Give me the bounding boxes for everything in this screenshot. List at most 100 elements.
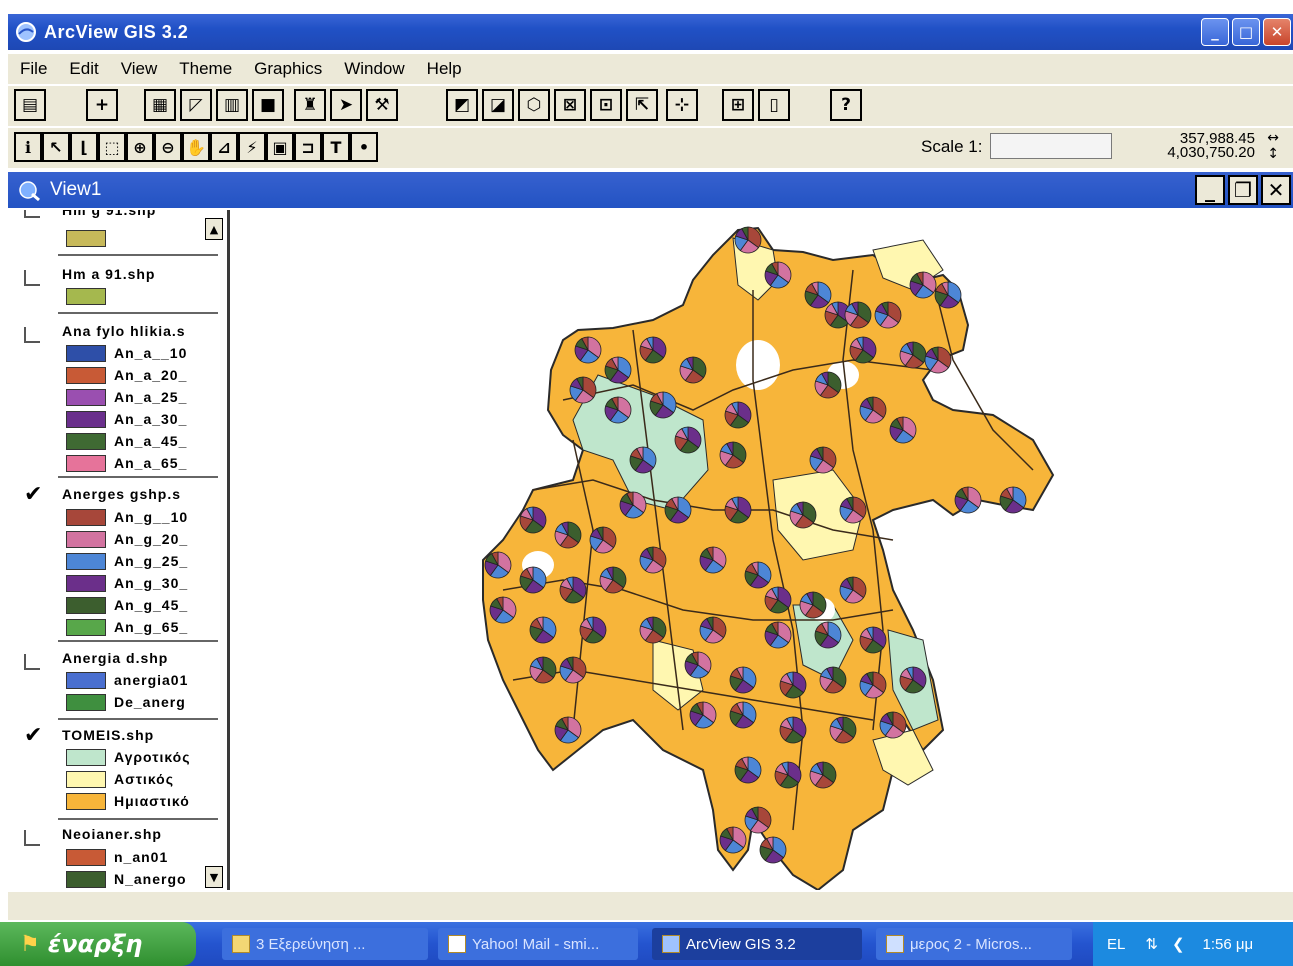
legend-class-label: An_g_20_ — [114, 531, 189, 547]
query-builder-button[interactable]: ⚒ — [366, 89, 398, 121]
find-button[interactable]: ♜ — [294, 89, 326, 121]
legend-class-label: Αγροτικός — [114, 749, 191, 765]
legend-theme-anergia-d[interactable]: Anergia d.shp anergia01 De_anerg — [24, 650, 204, 720]
legend-swatch — [66, 553, 106, 570]
legend-class-label: An_a_25_ — [114, 389, 188, 405]
zoom-in-fixed-button[interactable]: ⊠ — [554, 89, 586, 121]
network-icon[interactable]: ⇅ — [1145, 935, 1158, 953]
legend-theme-neoianer[interactable]: Neoianer.shp n_an01 N_anergo — [24, 826, 204, 890]
scale-label: Scale 1: — [921, 137, 983, 156]
button-bar: ▤ + ▦ ◸ ▥ ■ ♜ ➤ ⚒ ◩ ◪ ⬡ ⊠ ⊡ ⇱ ⊹ ⊞ ▯ ? — [8, 86, 1293, 126]
taskbar-item-label: μερος 2 - Micros... — [910, 935, 1032, 953]
theme-name: Neoianer.shp — [62, 826, 162, 842]
maximize-button[interactable]: □ — [1232, 18, 1260, 46]
menu-edit[interactable]: Edit — [69, 59, 98, 79]
close-button[interactable]: ✕ — [1263, 18, 1291, 46]
legend-theme-hm-g-91[interactable]: Hm g 91.shp — [24, 210, 204, 252]
zoom-out-fixed-button[interactable]: ⊡ — [590, 89, 622, 121]
table-of-contents[interactable]: Hm g 91.shp Hm a 91.shp Ana fylo hlikia.… — [8, 210, 230, 890]
menu-theme[interactable]: Theme — [179, 59, 232, 79]
hotlink-tool-icon[interactable]: ⚡ — [238, 132, 266, 162]
zoom-to-selected-button[interactable]: ⬡ — [518, 89, 550, 121]
view-title: View1 — [50, 179, 102, 200]
zoom-to-themes-button[interactable]: ◪ — [482, 89, 514, 121]
menu-window[interactable]: Window — [344, 59, 404, 79]
peloponnese-map[interactable] — [233, 210, 1293, 892]
map-display[interactable] — [233, 210, 1293, 892]
menu-view[interactable]: View — [121, 59, 158, 79]
scroll-up-button[interactable]: ▲ — [205, 218, 223, 240]
legend-swatch — [66, 793, 106, 810]
text-tool-icon[interactable]: T — [322, 132, 350, 162]
legend-class-label: An_a_30_ — [114, 411, 188, 427]
open-attribute-table-button[interactable]: ▥ — [216, 89, 248, 121]
add-theme-button[interactable]: + — [86, 89, 118, 121]
theme-checkbox-checked[interactable]: ✔ — [24, 482, 42, 507]
theme-checkbox[interactable] — [24, 327, 40, 343]
legend-theme-anerges-g[interactable]: ✔ Anerges gshp.s An_g__10 An_g_20_ An_g_… — [24, 482, 204, 646]
clear-selection-button[interactable]: ⊞ — [722, 89, 754, 121]
scale-input[interactable] — [990, 133, 1112, 159]
pan-tool-icon[interactable]: ✋ — [182, 132, 210, 162]
label-tool-icon[interactable]: ⊐ — [294, 132, 322, 162]
legend-swatch — [66, 771, 106, 788]
save-project-button[interactable]: ▤ — [14, 89, 46, 121]
taskbar-item-word[interactable]: μερος 2 - Micros... — [876, 928, 1072, 960]
view-window-title-bar[interactable]: View1 _ ❐ ✕ — [8, 172, 1293, 208]
zoom-previous-button[interactable]: ⇱ — [626, 89, 658, 121]
legend-theme-ana-fylo-hlikia[interactable]: Ana fylo hlikia.s An_a__10 An_a_20_ An_a… — [24, 323, 204, 483]
taskbar-item-yahoo-mail[interactable]: Yahoo! Mail - smi... — [438, 928, 638, 960]
layout-button[interactable]: ▯ — [758, 89, 790, 121]
app-title: ArcView GIS 3.2 — [44, 21, 189, 42]
theme-name: TOMEIS.shp — [62, 727, 155, 743]
select-features-button[interactable]: ⊹ — [666, 89, 698, 121]
menu-help[interactable]: Help — [427, 59, 462, 79]
taskbar-item-arcview[interactable]: ArcView GIS 3.2 — [652, 928, 862, 960]
theme-checkbox[interactable] — [24, 654, 40, 670]
view-minimize-button[interactable]: _ — [1195, 175, 1225, 205]
identify-tool-icon[interactable]: ℹ — [14, 132, 42, 162]
horizontal-arrows-icon: ↔ — [1267, 130, 1279, 146]
status-bar — [8, 892, 1293, 920]
legend-swatch — [66, 749, 106, 766]
view-restore-button[interactable]: ❐ — [1228, 175, 1258, 205]
zoom-in-tool-icon[interactable]: ⊕ — [126, 132, 154, 162]
menu-graphics[interactable]: Graphics — [254, 59, 322, 79]
legend-theme-tomeis[interactable]: ✔ TOMEIS.shp Αγροτικός Αστικός Ημιαστικό — [24, 723, 204, 817]
pointer-tool-icon[interactable]: ↖ — [42, 132, 70, 162]
zoom-full-extent-button[interactable]: ◩ — [446, 89, 478, 121]
scroll-down-button[interactable]: ▼ — [205, 866, 223, 888]
theme-properties-button[interactable]: ▦ — [144, 89, 176, 121]
taskbar-item-explorer[interactable]: 3 Εξερεύνηση ... — [222, 928, 428, 960]
legend-swatch — [66, 411, 106, 428]
theme-checkbox[interactable] — [24, 830, 40, 846]
view-globe-icon — [19, 181, 40, 202]
back-arrow-icon[interactable]: ❮ — [1172, 935, 1185, 953]
theme-checkbox[interactable] — [24, 270, 40, 286]
locate-address-button[interactable]: ➤ — [330, 89, 362, 121]
vertex-edit-tool-icon[interactable]: ⌊ — [70, 132, 98, 162]
folder-icon — [232, 935, 250, 953]
app-title-bar[interactable]: ArcView GIS 3.2 _ □ ✕ — [8, 14, 1293, 50]
language-indicator[interactable]: EL — [1107, 936, 1125, 953]
theme-checkbox-checked[interactable]: ✔ — [24, 723, 42, 748]
start-button[interactable]: ⚑ έναρξη — [0, 922, 196, 966]
view-close-button[interactable]: ✕ — [1261, 175, 1291, 205]
area-of-interest-tool-icon[interactable]: ▣ — [266, 132, 294, 162]
theme-name: Hm a 91.shp — [62, 266, 156, 282]
theme-checkbox[interactable] — [24, 210, 40, 218]
select-by-theme-button[interactable]: ■ — [252, 89, 284, 121]
menu-file[interactable]: File — [20, 59, 47, 79]
help-button[interactable]: ? — [830, 89, 862, 121]
measure-tool-icon[interactable]: ⊿ — [210, 132, 238, 162]
minimize-button[interactable]: _ — [1201, 18, 1229, 46]
windows-flag-icon: ⚑ — [20, 931, 40, 957]
legend-scrollbar[interactable]: ▲ ▼ — [205, 216, 223, 890]
draw-point-tool-icon[interactable]: • — [350, 132, 378, 162]
select-feature-tool-icon[interactable]: ⬚ — [98, 132, 126, 162]
legend-theme-hm-a-91[interactable]: Hm a 91.shp — [24, 266, 204, 316]
zoom-out-tool-icon[interactable]: ⊖ — [154, 132, 182, 162]
edit-legend-button[interactable]: ◸ — [180, 89, 212, 121]
legend-class-label: An_a_20_ — [114, 367, 188, 383]
arcview-app-icon — [16, 22, 36, 42]
